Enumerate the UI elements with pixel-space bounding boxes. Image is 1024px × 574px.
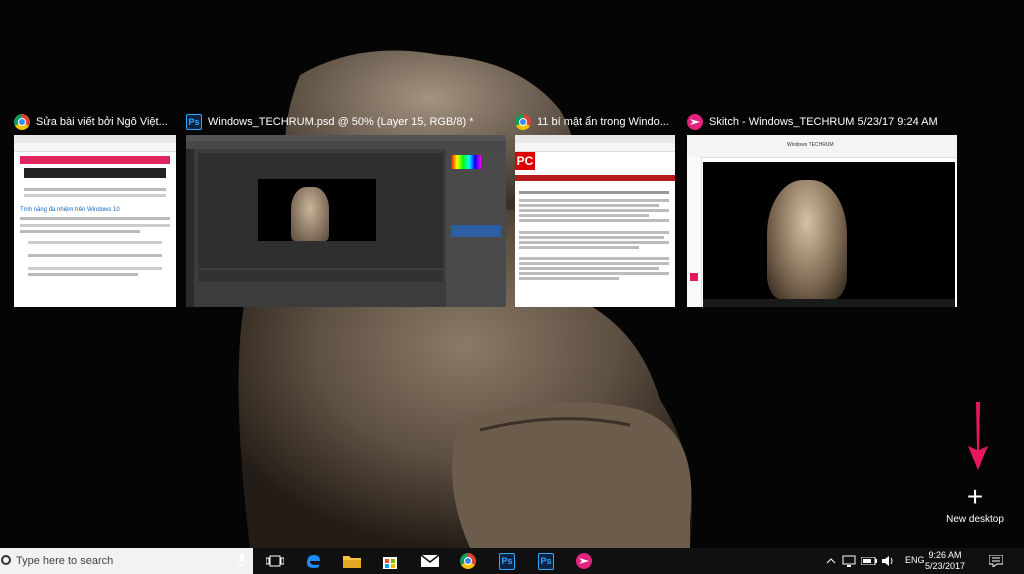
window-header: Ps Windows_TECHRUM.psd @ 50% (Layer 15, …	[186, 112, 506, 132]
window-header: 11 bí mật ẩn trong Windo...	[515, 112, 675, 132]
task-view-icon[interactable]	[263, 550, 287, 572]
window-header: Sửa bài viết bởi Ngô Việt...	[14, 112, 176, 132]
clock[interactable]: 9:26 AM 5/23/2017	[920, 550, 970, 572]
edge-icon[interactable]	[301, 550, 325, 572]
clock-time: 9:26 AM	[928, 550, 962, 560]
taskbar-chrome-button[interactable]	[456, 550, 480, 572]
taskbar-skitch-button[interactable]	[572, 550, 596, 572]
store-icon[interactable]	[378, 550, 402, 572]
chrome-icon	[14, 114, 30, 130]
new-desktop-label: New desktop	[946, 514, 1004, 525]
window-title: Windows_TECHRUM.psd @ 50% (Layer 15, RGB…	[208, 116, 474, 128]
action-center-icon[interactable]	[985, 550, 1007, 572]
taskbar-photoshop-button-1[interactable]: Ps	[495, 550, 519, 572]
skitch-title: Windows TECHRUM	[787, 142, 834, 148]
taskbar: Type here to search Ps Ps ENG 9:26 AM 5/…	[0, 548, 1024, 574]
window-title: Sửa bài viết bởi Ngô Việt...	[36, 116, 168, 128]
taskbar-photoshop-button-2[interactable]: Ps	[534, 550, 558, 572]
network-icon[interactable]	[840, 550, 858, 572]
annotation-arrow-icon	[968, 402, 988, 470]
window-header: Skitch - Windows_TECHRUM 5/23/17 9:24 AM	[687, 112, 957, 132]
window-title: Skitch - Windows_TECHRUM 5/23/17 9:24 AM	[709, 116, 938, 128]
skitch-icon	[687, 114, 703, 130]
file-explorer-icon[interactable]	[340, 550, 364, 572]
window-preview	[186, 135, 506, 307]
window-title: 11 bí mật ẩn trong Windo...	[537, 116, 669, 128]
show-hidden-icons-chevron-icon[interactable]	[824, 550, 838, 572]
volume-icon[interactable]	[880, 550, 898, 572]
task-view-windows: Sửa bài viết bởi Ngô Việt... Tính năng đ…	[0, 0, 1024, 320]
chrome-icon	[515, 114, 531, 130]
article-heading: Tính năng đa nhiệm trên Windows 10	[20, 207, 120, 213]
window-preview: PC	[515, 135, 675, 307]
pcworld-logo: PC	[515, 152, 535, 170]
photoshop-icon: Ps	[499, 552, 515, 570]
search-placeholder: Type here to search	[16, 555, 114, 567]
mail-icon[interactable]	[418, 550, 442, 572]
microphone-icon[interactable]	[230, 550, 254, 572]
photoshop-icon: Ps	[538, 552, 554, 570]
clock-date: 5/23/2017	[924, 561, 966, 571]
window-preview: Tính năng đa nhiệm trên Windows 10	[14, 135, 176, 307]
plus-icon: +	[966, 481, 984, 512]
photoshop-icon: Ps	[186, 114, 202, 130]
skitch-icon	[576, 553, 592, 569]
search-input[interactable]: Type here to search	[0, 548, 253, 574]
search-icon	[1, 555, 11, 565]
chrome-icon	[460, 553, 476, 569]
window-preview: Windows TECHRUM	[687, 135, 957, 307]
battery-icon[interactable]	[860, 550, 878, 572]
new-desktop-button[interactable]: + New desktop	[940, 482, 1010, 528]
